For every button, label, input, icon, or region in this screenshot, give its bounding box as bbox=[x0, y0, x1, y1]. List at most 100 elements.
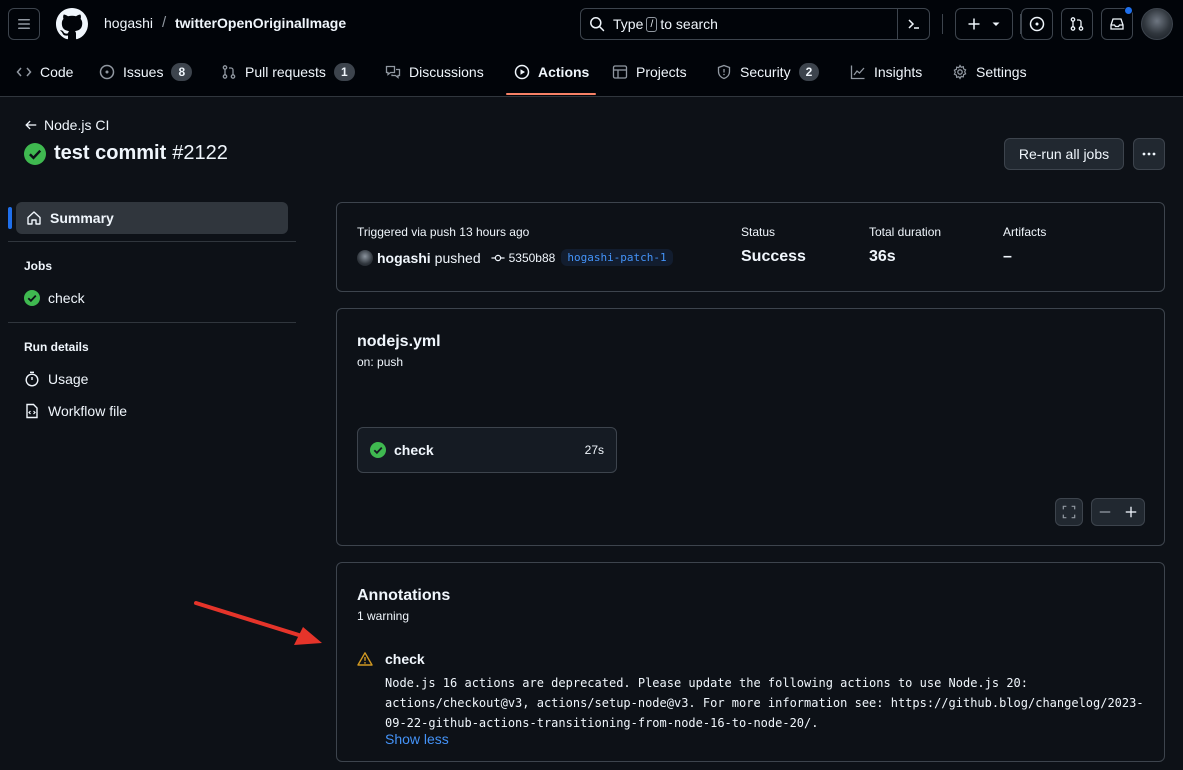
gear-icon bbox=[953, 64, 967, 80]
sidebar-item-label: check bbox=[48, 290, 85, 306]
tab-pull-requests[interactable]: Pull requests 1 bbox=[221, 48, 355, 96]
tab-counter: 1 bbox=[333, 63, 355, 81]
search-input[interactable]: Type / to search bbox=[580, 8, 930, 40]
tab-label: Actions bbox=[538, 64, 590, 80]
tab-discussions[interactable]: Discussions bbox=[385, 48, 484, 96]
shield-icon bbox=[717, 64, 731, 80]
tab-label: Insights bbox=[874, 64, 923, 80]
table-icon bbox=[612, 65, 628, 79]
git-pull-request-icon bbox=[222, 65, 236, 79]
kebab-horizontal-icon bbox=[1142, 152, 1156, 156]
workflow-name: Node.js CI bbox=[44, 117, 110, 133]
github-logo-icon[interactable] bbox=[56, 8, 88, 40]
command-palette-button[interactable] bbox=[897, 9, 929, 39]
create-new-button[interactable] bbox=[955, 8, 1013, 40]
issues-header-button[interactable] bbox=[1021, 8, 1053, 40]
workflow-graph-box: nodejs.yml on: push check 27s bbox=[336, 308, 1165, 546]
code-icon bbox=[16, 67, 32, 77]
global-header: hogashi / twitterOpenOriginalImage Type … bbox=[0, 0, 1183, 97]
check-circle-fill-icon bbox=[24, 290, 40, 306]
search-suffix: to search bbox=[660, 16, 718, 32]
tab-security[interactable]: Security 2 bbox=[716, 48, 820, 96]
zoom-out-icon[interactable] bbox=[1098, 505, 1112, 519]
tab-label: Code bbox=[40, 64, 74, 80]
sidebar-run-details-heading: Run details bbox=[24, 340, 89, 354]
sidebar-item-usage[interactable]: Usage bbox=[24, 371, 88, 387]
tab-label: Settings bbox=[976, 64, 1027, 80]
annotation-message: Node.js 16 actions are deprecated. Pleas… bbox=[385, 676, 1144, 730]
sidebar-item-summary[interactable]: Summary bbox=[16, 202, 288, 234]
sidebar-divider bbox=[8, 241, 296, 242]
alert-icon bbox=[357, 652, 373, 666]
branch-label[interactable]: hogashi-patch-1 bbox=[561, 249, 673, 266]
terminal-icon bbox=[907, 19, 919, 29]
header-divider bbox=[942, 14, 943, 34]
issue-opened-icon bbox=[1029, 16, 1045, 32]
tab-label: Issues bbox=[123, 64, 164, 80]
annotations-box: Annotations 1 warning check Node.js 16 a… bbox=[336, 562, 1165, 762]
sidebar-jobs-heading: Jobs bbox=[24, 259, 53, 273]
stopwatch-icon bbox=[25, 371, 39, 387]
page-title: test commit #2122 bbox=[24, 142, 228, 165]
duration-value: 36s bbox=[869, 248, 896, 265]
tab-settings[interactable]: Settings bbox=[952, 48, 1027, 96]
tab-label: Projects bbox=[636, 64, 687, 80]
run-title: test commit bbox=[54, 142, 167, 164]
user-avatar[interactable] bbox=[1141, 8, 1173, 40]
repo-owner-link[interactable]: hogashi bbox=[104, 15, 153, 31]
sidebar-item-job-check[interactable]: check bbox=[24, 290, 85, 306]
top-bar: hogashi / twitterOpenOriginalImage Type … bbox=[0, 0, 1183, 48]
tab-code[interactable]: Code bbox=[16, 48, 73, 96]
job-duration: 27s bbox=[584, 443, 604, 457]
repo-separator: / bbox=[162, 14, 167, 31]
rerun-all-jobs-button[interactable]: Re-run all jobs bbox=[1004, 138, 1124, 170]
sidebar-active-indicator bbox=[8, 207, 12, 229]
zoom-in-icon[interactable] bbox=[1124, 505, 1138, 519]
comment-discussion-icon bbox=[385, 65, 401, 79]
tab-actions[interactable]: Actions bbox=[514, 48, 589, 96]
pusher-link[interactable]: hogashi bbox=[377, 250, 431, 266]
menu-button[interactable] bbox=[8, 8, 40, 40]
job-name: check bbox=[394, 442, 434, 458]
workflow-file-name[interactable]: nodejs.yml bbox=[357, 333, 441, 351]
annotations-title: Annotations bbox=[357, 587, 451, 604]
issue-opened-icon bbox=[99, 64, 115, 80]
artifacts-value: – bbox=[1003, 248, 1012, 265]
tab-projects[interactable]: Projects bbox=[612, 48, 687, 96]
graph-icon bbox=[850, 65, 865, 80]
more-options-button[interactable] bbox=[1133, 138, 1165, 170]
annotations-count: 1 warning bbox=[357, 609, 410, 623]
avatar[interactable] bbox=[357, 249, 373, 266]
active-tab-indicator bbox=[506, 93, 596, 95]
pushed-label: pushed bbox=[434, 249, 481, 266]
sidebar-item-workflow-file[interactable]: Workflow file bbox=[24, 403, 127, 419]
sidebar-item-label: Workflow file bbox=[48, 403, 128, 419]
show-less-link[interactable]: Show less bbox=[385, 731, 449, 747]
search-shortcut-key: / bbox=[646, 16, 658, 32]
commit-sha-link[interactable]: 5350b88 bbox=[509, 251, 556, 265]
arrow-left-icon bbox=[25, 120, 37, 130]
pull-requests-header-button[interactable] bbox=[1061, 8, 1093, 40]
repo-nav: Code Issues 8 Pull requests 1 Discussion… bbox=[0, 48, 1183, 97]
tab-issues[interactable]: Issues 8 bbox=[99, 48, 193, 96]
status-value: Success bbox=[741, 248, 806, 265]
sidebar-item-label: Summary bbox=[50, 210, 114, 226]
sidebar-item-label: Usage bbox=[48, 371, 89, 387]
hamburger-icon bbox=[18, 19, 30, 29]
artifacts-label: Artifacts bbox=[1003, 225, 1047, 239]
workflow-back-link[interactable]: Node.js CI bbox=[24, 117, 109, 133]
job-card-check[interactable]: check 27s bbox=[357, 427, 617, 473]
repo-name-link[interactable]: twitterOpenOriginalImage bbox=[175, 15, 346, 31]
file-icon bbox=[26, 403, 38, 419]
zoom-controls bbox=[1091, 498, 1145, 526]
git-pull-request-icon bbox=[1070, 17, 1084, 31]
trigger-text: Triggered via push 13 hours ago bbox=[357, 225, 530, 239]
annotation-job-link[interactable]: check bbox=[385, 651, 425, 667]
tab-insights[interactable]: Insights bbox=[850, 48, 922, 96]
fullscreen-button[interactable] bbox=[1055, 498, 1083, 526]
tab-counter: 8 bbox=[171, 63, 193, 81]
tab-label: Security bbox=[740, 64, 791, 80]
run-summary-box: Triggered via push 13 hours ago hogashi … bbox=[336, 202, 1165, 292]
screen-full-icon bbox=[1062, 505, 1076, 519]
red-arrow-icon bbox=[194, 601, 322, 645]
